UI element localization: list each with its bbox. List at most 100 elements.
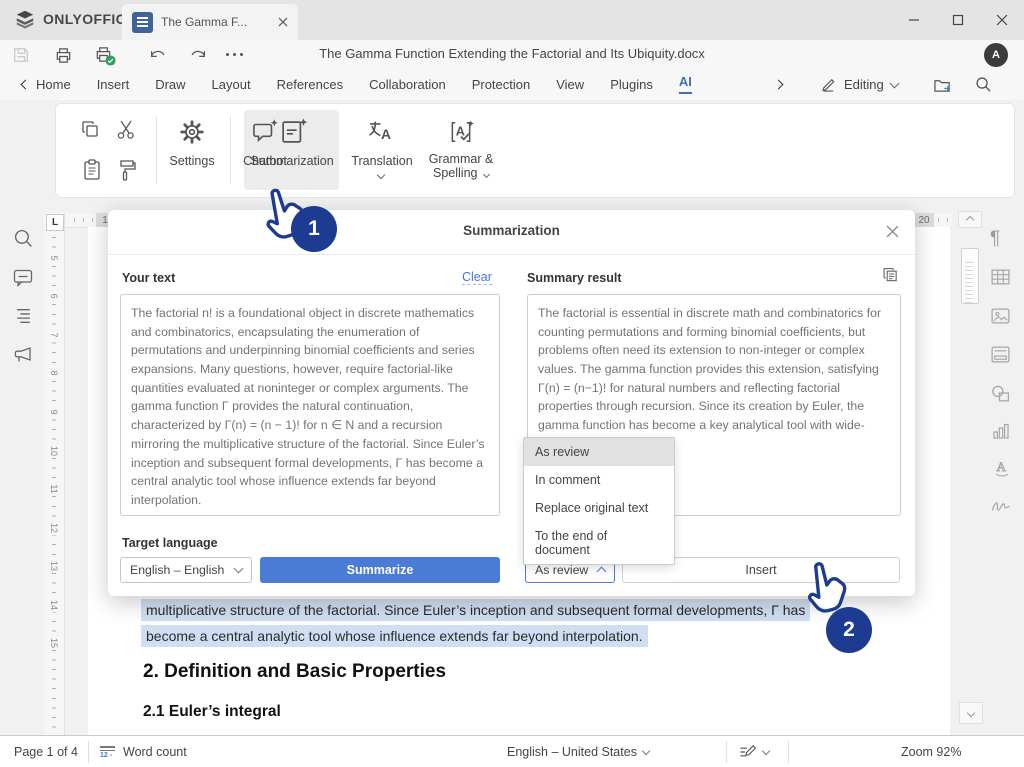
- translation-chevron-icon: [376, 170, 386, 180]
- header-footer-settings-icon[interactable]: [990, 345, 1011, 364]
- search-icon[interactable]: [975, 76, 992, 93]
- menu-item-to-end-of-document[interactable]: To the end of document: [524, 522, 674, 564]
- print-icon[interactable]: [54, 46, 73, 65]
- layers-logo-icon: [16, 10, 34, 29]
- window-maximize-button[interactable]: [936, 0, 980, 40]
- settings-gear-icon[interactable]: [178, 118, 206, 146]
- tab-draw[interactable]: Draw: [155, 77, 185, 92]
- summarization-dialog: Summarization Your text Clear The factor…: [108, 210, 915, 596]
- tab-close-icon[interactable]: [278, 17, 288, 27]
- step-1-badge: 1: [291, 206, 337, 252]
- word-count-button[interactable]: 12 - Word count: [100, 736, 187, 767]
- copy-summary-icon[interactable]: [882, 266, 899, 283]
- menu-item-replace-original-text[interactable]: Replace original text: [524, 494, 674, 522]
- app-window: ONLYOFFICE The Gamma F... The Gamma Func…: [0, 0, 1024, 767]
- page-indicator[interactable]: Page 1 of 4: [14, 736, 78, 767]
- word-count-badge: 12: [100, 752, 108, 759]
- grammar-spelling-icon[interactable]: A: [446, 117, 476, 147]
- document-heading[interactable]: 2. Definition and Basic Properties: [143, 661, 446, 683]
- editing-mode-dropdown[interactable]: Editing: [820, 76, 900, 93]
- comments-icon[interactable]: [12, 267, 34, 288]
- tab-references[interactable]: References: [277, 77, 343, 92]
- settings-button[interactable]: Settings: [162, 154, 222, 168]
- tab-home[interactable]: Home: [36, 77, 71, 92]
- svg-text:A: A: [456, 124, 465, 138]
- selected-text-line2[interactable]: become a central analytic tool whose inf…: [141, 625, 648, 647]
- ruler-number: 5: [49, 251, 59, 265]
- window-tab-bar: ONLYOFFICE The Gamma F...: [0, 0, 1024, 40]
- feedback-icon[interactable]: [11, 344, 35, 366]
- target-language-dropdown[interactable]: English – English: [120, 557, 252, 583]
- chart-settings-icon[interactable]: [991, 422, 1011, 440]
- translation-icon[interactable]: A: [366, 117, 396, 147]
- ruler-number: 13: [49, 559, 59, 573]
- summarize-button[interactable]: Summarize: [260, 557, 500, 583]
- ruler-number: 12: [49, 521, 59, 535]
- vertical-ruler[interactable]: 5 6 7 8 9 10 11 12 13 14 15: [44, 213, 65, 735]
- settings-gear-icon[interactable]: [123, 118, 151, 146]
- dialog-title: Summarization: [463, 223, 560, 238]
- tab-collaboration[interactable]: Collaboration: [369, 77, 446, 92]
- summarization-icon[interactable]: [277, 116, 309, 148]
- translation-button[interactable]: Translation: [341, 154, 423, 168]
- tab-ai[interactable]: AI: [678, 74, 692, 94]
- image-settings-icon[interactable]: [990, 307, 1011, 325]
- tab-plugins[interactable]: Plugins: [610, 77, 653, 92]
- document-subheading[interactable]: 2.1 Euler’s integral: [143, 703, 281, 721]
- find-icon[interactable]: [13, 228, 34, 249]
- editing-label: Editing: [844, 77, 884, 92]
- save-icon[interactable]: [12, 46, 30, 64]
- window-minimize-button[interactable]: [892, 0, 936, 40]
- paste-icon[interactable]: [82, 158, 102, 182]
- text-art-settings-icon[interactable]: A: [992, 458, 1012, 478]
- document-language-dropdown[interactable]: English – United States: [507, 736, 651, 767]
- selected-text-line1[interactable]: multiplicative structure of the factoria…: [141, 599, 811, 621]
- menu-item-as-review[interactable]: As review: [524, 438, 674, 466]
- tab-insert[interactable]: Insert: [97, 77, 130, 92]
- clear-link[interactable]: Clear: [462, 270, 492, 285]
- quick-print-icon[interactable]: [94, 45, 116, 66]
- your-text-input[interactable]: The factorial n! is a foundational objec…: [120, 294, 500, 516]
- tab-view[interactable]: View: [556, 77, 584, 92]
- shape-settings-icon[interactable]: [990, 384, 1011, 403]
- ai-toolbar-panel: Settings Chatbot Summarization A Transla…: [55, 103, 1015, 198]
- statusbar-divider: [788, 741, 789, 763]
- open-file-location-icon[interactable]: [933, 77, 952, 94]
- document-tab-title: The Gamma F...: [161, 15, 248, 29]
- svg-text:A: A: [997, 459, 1007, 474]
- ruler-number: 8: [49, 366, 59, 380]
- dialog-divider: [108, 254, 915, 255]
- paragraph-settings-icon[interactable]: ¶: [990, 228, 1000, 250]
- menu-item-in-comment[interactable]: In comment: [524, 466, 674, 494]
- format-painter-icon[interactable]: [116, 158, 138, 184]
- page-indicator-label: Page 1 of 4: [14, 745, 78, 759]
- window-close-button[interactable]: [980, 0, 1024, 40]
- summarization-button[interactable]: Summarization: [242, 154, 342, 168]
- step-2-badge: 2: [826, 607, 872, 653]
- tab-layout[interactable]: Layout: [212, 77, 251, 92]
- ruler-number: 7: [49, 328, 59, 342]
- avatar[interactable]: A: [984, 43, 1008, 67]
- undo-icon[interactable]: [148, 47, 168, 64]
- table-settings-icon[interactable]: [990, 268, 1011, 286]
- document-tab[interactable]: The Gamma F...: [122, 4, 298, 40]
- statusbar-divider: [88, 741, 89, 763]
- signature-settings-icon[interactable]: [990, 497, 1012, 514]
- redo-icon[interactable]: [188, 47, 208, 64]
- grammar-spelling-button[interactable]: Grammar & Spelling: [416, 152, 506, 180]
- scroll-down-button[interactable]: [959, 702, 983, 724]
- dialog-close-icon[interactable]: [886, 225, 899, 238]
- scrollbar-thumb[interactable]: [961, 248, 979, 304]
- zoom-level[interactable]: Zoom 92%: [901, 736, 961, 767]
- svg-text:A: A: [381, 126, 391, 142]
- more-actions-icon[interactable]: [226, 53, 243, 56]
- navigation-headings-icon[interactable]: [13, 306, 34, 325]
- chatbot-icon[interactable]: [250, 117, 280, 147]
- tab-protection[interactable]: Protection: [472, 77, 531, 92]
- ruler-number: 14: [49, 598, 59, 612]
- tab-stop-selector[interactable]: L: [46, 214, 64, 231]
- copy-icon[interactable]: [80, 119, 102, 141]
- scroll-up-button[interactable]: [958, 211, 982, 228]
- pencil-icon: [822, 78, 835, 92]
- track-changes-dropdown[interactable]: [738, 736, 771, 767]
